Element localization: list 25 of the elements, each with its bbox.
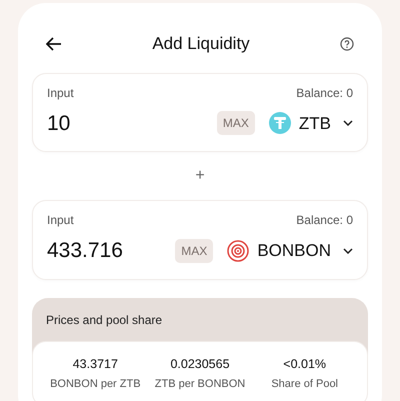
plus-sign: + [195,166,205,186]
token-icon [227,240,250,262]
back-arrow-icon[interactable] [46,36,62,51]
price-value: <0.01% [283,356,326,372]
balance-text: Balance: 0 [296,212,353,229]
max-button[interactable]: MAX [175,238,214,263]
chevron-down-icon[interactable] [343,120,353,126]
amount-input[interactable]: 433.716 [47,235,176,266]
token-selector[interactable]: ZTB [298,110,331,136]
price-label: ZTB per BONBON [154,377,246,392]
price-value: 43.3717 [72,356,118,372]
price-label: Share of Pool [271,377,338,392]
input-label: Input [47,212,74,229]
input-label: Input [47,84,74,102]
help-icon[interactable] [340,36,354,51]
chevron-down-icon[interactable] [343,248,353,254]
balance-text: Balance: 0 [296,84,353,102]
price-value: 0.0230565 [170,356,230,372]
page-title: Add Liquidity [151,33,251,55]
amount-input[interactable]: 10 [47,108,217,139]
token-selector[interactable]: BONBON [257,238,331,264]
price-label: BONBON per ZTB [50,377,141,392]
max-button[interactable]: MAX [216,111,255,136]
token-icon [268,112,291,134]
prices-title: Prices and pool share [45,312,164,328]
